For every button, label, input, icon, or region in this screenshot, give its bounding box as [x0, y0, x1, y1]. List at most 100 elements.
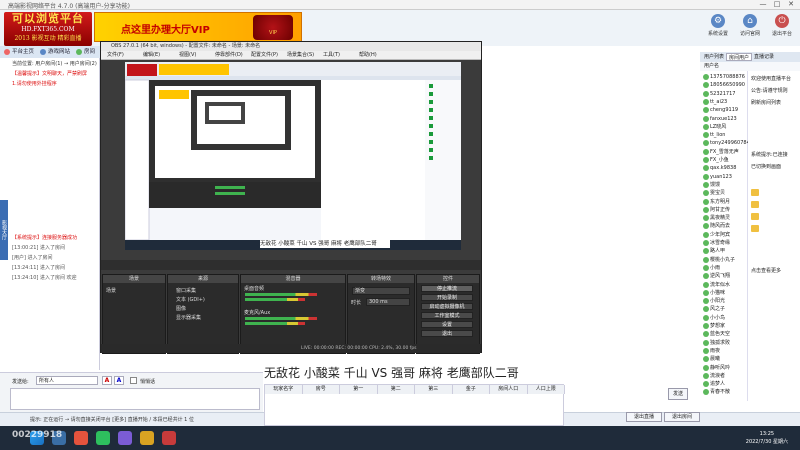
vip-banner[interactable]: 点这里办理大厅VIP VIP — [94, 12, 302, 42]
message-input[interactable] — [10, 388, 260, 410]
user-list-item[interactable]: tt_ai23 — [702, 98, 748, 106]
obs-menu-item[interactable]: 场景集合(S) — [287, 51, 314, 60]
start-recording-button[interactable]: 开始录制 — [421, 294, 473, 301]
user-list-item[interactable]: 13757088876 — [702, 73, 748, 81]
user-list-item[interactable]: 蓝色天空 — [702, 330, 748, 338]
studio-mode-button[interactable]: 工作室模式 — [421, 312, 473, 319]
visit-website-button[interactable]: ⌂ 访问官网 — [736, 11, 764, 43]
system-panel: 欢迎使用直播平台 公告:请遵守规则 刷新房间列表 系统提示:已连接 已切换到画面 点击查看… — [748, 71, 800, 401]
source-item[interactable]: 文本 (GDI+) — [176, 296, 205, 303]
user-list-item[interactable]: 逆风飞翔 — [702, 272, 748, 280]
obs-menu-item[interactable]: 停靠部件(D) — [215, 51, 243, 60]
obs-menu-item[interactable]: 工具(T) — [323, 51, 340, 60]
user-list-item[interactable]: 晨曦 — [702, 355, 748, 363]
font-style-button[interactable]: A — [114, 376, 124, 385]
whisper-checkbox[interactable] — [130, 377, 137, 384]
user-list-item[interactable]: 阿甘正传 — [702, 206, 748, 214]
nav-home[interactable]: 平台主页 — [2, 47, 34, 57]
user-list-item[interactable]: 静听风吟 — [702, 364, 748, 372]
user-list-item[interactable]: 小猫咪 — [702, 289, 748, 297]
user-list-item[interactable]: LZ晓风 — [702, 123, 748, 131]
user-list-item[interactable]: qax.k9838 — [702, 164, 748, 172]
user-list-item[interactable]: 独孤求败 — [702, 339, 748, 347]
exit-platform-button[interactable]: ⏻ 退出平台 — [768, 11, 796, 43]
nav-room[interactable]: 房间 — [74, 47, 95, 57]
user-list-item[interactable]: 少年阿宾 — [702, 231, 748, 239]
user-list-item[interactable]: tony249960784 — [702, 139, 748, 147]
mixer-channel-label: 麦克风/Aux — [244, 310, 271, 316]
user-list-item[interactable]: 路人甲 — [702, 247, 748, 255]
user-list-item[interactable]: 流年似水 — [702, 281, 748, 289]
user-list-item[interactable]: 追梦人 — [702, 380, 748, 388]
user-list-item[interactable]: 雯宝贝 — [702, 189, 748, 197]
audio-meter — [245, 317, 317, 320]
user-list-item[interactable]: 流浪者 — [702, 372, 748, 380]
user-list-item[interactable]: cheng9119 — [702, 106, 748, 114]
scene-item[interactable]: 场景 — [106, 287, 116, 294]
tab-user-list[interactable]: 用户列表 — [702, 53, 726, 61]
user-list-item[interactable]: 东方明月 — [702, 198, 748, 206]
nav-apps[interactable]: 游戏网站 — [38, 47, 70, 57]
virtual-camera-button[interactable]: 启动虚拟摄像机 — [421, 303, 473, 310]
user-list-item[interactable]: 随风而去 — [702, 222, 748, 230]
nav-label: 平台主页 — [12, 49, 35, 55]
source-item[interactable]: 显示器采集 — [176, 314, 201, 321]
nav-label: 游戏网站 — [48, 49, 71, 55]
user-list-item[interactable]: 雨夜 — [702, 347, 748, 355]
exit-live-button[interactable]: 退出直播 — [626, 412, 662, 422]
user-list-item[interactable]: 小雨 — [702, 264, 748, 272]
obs-window: OBS 27.0.1 (64 bit, windows) - 配置文件: 未命名… — [100, 41, 482, 354]
user-list-item[interactable]: 馒馒 — [702, 181, 748, 189]
left-vertical-tab[interactable]: 影视大厅 — [0, 200, 8, 260]
close-button[interactable]: ✕ — [784, 0, 798, 8]
send-button[interactable]: 发送 — [668, 388, 688, 400]
duration-input[interactable]: 300 ms — [366, 298, 410, 306]
folder-icon[interactable] — [140, 431, 154, 445]
user-list-item[interactable]: 风之子 — [702, 305, 748, 313]
sources-dock-title: 来源 — [168, 275, 238, 283]
user-list-item[interactable]: 小阳光 — [702, 297, 748, 305]
user-list-item[interactable]: yuan123 — [702, 173, 748, 181]
source-item[interactable]: 窗口采集 — [176, 287, 196, 294]
user-name: 13757088876 — [710, 74, 745, 80]
font-color-button[interactable]: A — [102, 376, 112, 385]
user-avatar-icon — [703, 157, 709, 163]
stop-streaming-button[interactable]: 停止推流 — [421, 285, 473, 292]
obs-menu-item[interactable]: 编辑(E) — [143, 51, 160, 60]
user-list-item[interactable]: 梦想家 — [702, 322, 748, 330]
system-settings-button[interactable]: ⚙ 系统设置 — [704, 11, 732, 43]
user-list-item[interactable]: 青春不散 — [702, 388, 748, 396]
user-list-item[interactable]: FX_雪落无声 — [702, 148, 748, 156]
obs-preview[interactable]: 无敌花 小酸菜 千山 VS 强哥 麻将 老鹰部队二哥 — [125, 62, 461, 250]
obs-menu-item[interactable]: 视图(V) — [179, 51, 196, 60]
user-list-item[interactable]: 52321717 — [702, 90, 748, 98]
maximize-button[interactable]: □ — [770, 0, 784, 8]
obs-menu-item[interactable]: 配置文件(P) — [251, 51, 278, 60]
platform-app-icon[interactable] — [162, 431, 176, 445]
user-list-item[interactable]: FX_小鱼 — [702, 156, 748, 164]
tab-live-records[interactable]: 直播记录 — [752, 53, 776, 61]
user-list-item[interactable]: 樱桃小丸子 — [702, 256, 748, 264]
settings-button[interactable]: 设置 — [421, 321, 473, 328]
user-list-item[interactable]: fanxue123 — [702, 115, 748, 123]
recipient-select[interactable]: 所有人 — [36, 376, 98, 385]
taskbar-clock[interactable]: 13:25 2022/7/30 星期六 — [746, 430, 788, 446]
app-titlebar: 高端影视网络平台 4.7.0 (高端用户-分享功能) — □ ✕ — [0, 0, 800, 10]
minimize-button[interactable]: — — [756, 0, 770, 8]
chat-app-icon[interactable] — [96, 431, 110, 445]
browser-icon[interactable] — [74, 431, 88, 445]
audio-meter — [245, 322, 305, 325]
tab-room-users[interactable]: 房间用户 — [726, 53, 753, 61]
user-list-item[interactable]: 黑夜精灵 — [702, 214, 748, 222]
source-item[interactable]: 图像 — [176, 305, 186, 312]
user-list-item[interactable]: 18056650990 — [702, 81, 748, 89]
obs-app-icon[interactable] — [118, 431, 132, 445]
user-list-item[interactable]: 小小鸟 — [702, 314, 748, 322]
obs-menu-item[interactable]: 帮助(H) — [359, 51, 377, 60]
user-list-item[interactable]: 冰雪奇缘 — [702, 239, 748, 247]
exit-room-button[interactable]: 退出房间 — [664, 412, 700, 422]
obs-menu-item[interactable]: 文件(F) — [107, 51, 124, 60]
exit-button[interactable]: 退出 — [421, 330, 473, 337]
transition-select[interactable]: 渐变 — [352, 287, 410, 295]
user-list-item[interactable]: tt_lion — [702, 131, 748, 139]
